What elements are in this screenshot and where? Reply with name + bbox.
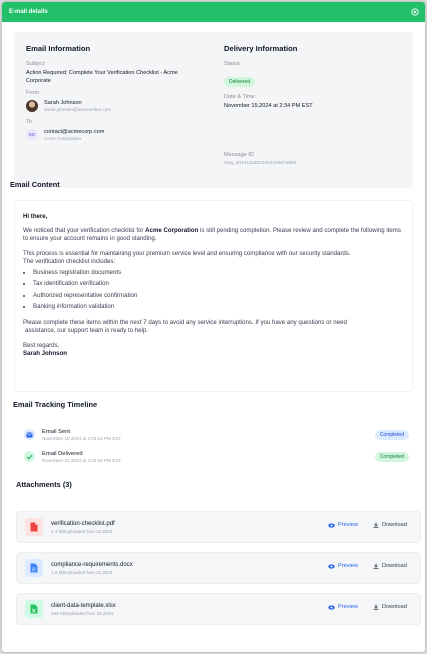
message-id-label: Message ID	[224, 152, 254, 158]
event-title: Email Delivered	[42, 451, 83, 457]
attachment-item: client-data-template.xlsx 456 KBUploaded…	[16, 593, 421, 625]
recipient: AC contact@acmecorp.com Acme Corporation	[26, 128, 226, 141]
list-item: Business registration documents	[33, 269, 403, 277]
datetime-value: November 15,2024 at 2:34 PM EST	[224, 103, 313, 109]
file-meta: 2.4 MBUploaded Nov 15,2024	[51, 529, 113, 534]
preview-button[interactable]: Preview	[328, 563, 358, 569]
recipient-initials: AC	[26, 128, 38, 141]
modal-header: E-mail details	[2, 2, 425, 22]
file-name: client-data-template.xlsx	[51, 603, 116, 609]
timeline-event: Email Delivered November 15,2024 at 2:34…	[22, 449, 412, 471]
delivery-information: Delivery Information Status Delivered Da…	[224, 44, 404, 110]
email-details-modal: E-mail details Email Information Subject…	[2, 2, 425, 652]
message-id: Message ID msg_20241115023412345673890	[224, 152, 296, 166]
list-item: Banking information validation	[33, 303, 403, 311]
status-badge: Completed	[374, 430, 409, 440]
subject-value-line2: Corporate	[26, 78, 51, 84]
status-label: Status	[224, 61, 240, 67]
paragraph-3-line2: assistance, our support team is ready to…	[25, 326, 148, 334]
attachment-item: compliance-requirements.docx 1.8 MBUploa…	[16, 552, 421, 584]
attachment-item: verification-checklist.pdf 2.4 MBUploade…	[16, 511, 421, 543]
from-label: From	[26, 90, 40, 96]
timeline: Email Sent November 15,2024 at 2:34:12 P…	[22, 427, 412, 471]
recipient-company: Acme Corporation	[44, 136, 82, 141]
check-icon	[24, 451, 35, 462]
closing: Best regards,	[23, 341, 60, 349]
xls-file-icon	[25, 600, 43, 618]
email-info-heading: Email Information	[26, 44, 91, 53]
paragraph-1: We noticed that your verification checkl…	[23, 227, 401, 242]
message-id-value: msg_20241115023412345673890	[224, 161, 297, 166]
email-information: Email Information Subject Action Require…	[26, 44, 226, 141]
paragraph-2-line1: This process is essential for maintainin…	[23, 250, 351, 257]
preview-button[interactable]: Preview	[328, 604, 358, 610]
preview-button[interactable]: Preview	[328, 522, 358, 528]
file-meta: 1.8 MBUploaded Nov 15,2024	[51, 570, 113, 575]
datetime-label: Date & Time	[224, 94, 255, 100]
email-content-body: Hi there, We noticed that your verificat…	[14, 200, 413, 392]
attachments-heading: Attachments (3)	[16, 480, 72, 489]
checklist: Business registration documents Tax iden…	[23, 269, 403, 311]
download-button[interactable]: Download	[373, 604, 407, 610]
eye-icon	[328, 604, 335, 610]
paragraph-3-line1: Please complete these items within the n…	[23, 318, 347, 326]
list-item: Tax identification verification	[33, 280, 403, 288]
greeting: Hi there,	[23, 213, 48, 220]
mail-icon	[24, 429, 35, 440]
download-icon	[373, 563, 379, 569]
doc-file-icon	[25, 559, 43, 577]
modal-body[interactable]: Email Information Subject Action Require…	[2, 22, 425, 652]
timeline-event: Email Sent November 15,2024 at 2:34:12 P…	[22, 427, 412, 449]
download-button[interactable]: Download	[373, 563, 407, 569]
modal-title: E-mail details	[9, 9, 48, 15]
delivery-info-heading: Delivery Information	[224, 44, 298, 53]
eye-icon	[328, 522, 335, 528]
pdf-file-icon	[25, 518, 43, 536]
status-badge: Completed	[374, 452, 409, 462]
download-button[interactable]: Download	[373, 522, 407, 528]
event-time: November 15,2024 at 2:34:12 PM EST	[42, 436, 122, 441]
file-name: verification-checklist.pdf	[51, 521, 115, 527]
info-card: Email Information Subject Action Require…	[14, 32, 413, 188]
file-name: compliance-requirements.docx	[51, 562, 133, 568]
download-icon	[373, 604, 379, 610]
subject-label: Subject	[26, 61, 45, 67]
signature: Sarah Johnson	[23, 349, 68, 357]
status-badge: Delivered	[224, 77, 256, 87]
to-label: To	[26, 119, 32, 125]
event-title: Email Sent	[42, 429, 71, 435]
paragraph-2-line2: The verification checklist includes:	[23, 258, 116, 265]
eye-icon	[328, 563, 335, 569]
sender-name: Sarah Johnson	[44, 100, 82, 106]
close-icon[interactable]	[411, 8, 419, 16]
file-meta: 456 KBUploaded Nov 15,2024	[51, 611, 114, 616]
list-item: Authorized representative confirmation	[33, 292, 403, 300]
sender: Sarah Johnson sarah.johnson@acmeonline.c…	[26, 99, 226, 112]
timeline-heading: Email Tracking Timeline	[13, 400, 98, 409]
avatar	[26, 99, 38, 112]
sender-email: sarah.johnson@acmeonline.com	[44, 107, 111, 112]
event-time: November 15,2024 at 2:34:18 PM EST	[42, 458, 122, 463]
recipient-email: contact@acmecorp.com	[44, 129, 105, 135]
email-content-heading: Email Content	[10, 180, 60, 189]
download-icon	[373, 522, 379, 528]
subject-value-line1: Action Required: Complete Your Verificat…	[26, 70, 178, 76]
